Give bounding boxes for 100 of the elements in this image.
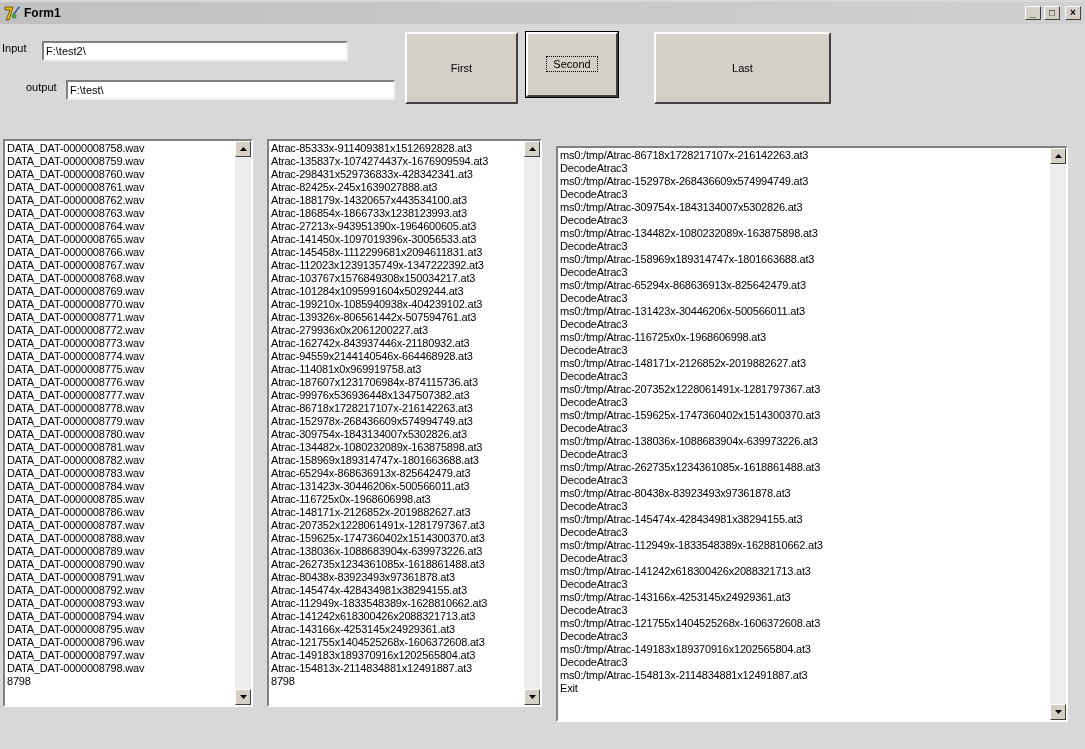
list-item[interactable]: DATA_DAT-0000008783.wav [7, 467, 235, 480]
list-item[interactable]: Atrac-148171x-2126852x-2019882627.at3 [271, 506, 524, 519]
list-item[interactable]: DATA_DAT-0000008759.wav [7, 155, 235, 168]
list-item[interactable]: Atrac-145458x-1112299681x2094611831.at3 [271, 246, 524, 259]
list-item[interactable]: Atrac-141242x618300426x2088321713.at3 [271, 610, 524, 623]
list-item[interactable]: DATA_DAT-0000008776.wav [7, 376, 235, 389]
output-field[interactable]: F:\test\ [66, 80, 395, 100]
list-item[interactable]: Atrac-162742x-843937446x-21180932.at3 [271, 337, 524, 350]
window-control[interactable]: _ [1025, 6, 1041, 20]
list-item[interactable]: Atrac-112023x1239135749x-1347222392.at3 [271, 259, 524, 272]
list-item[interactable]: Atrac-94559x2144140546x-664468928.at3 [271, 350, 524, 363]
list-item[interactable]: ms0:/tmp/Atrac-143166x-4253145x24929361.at3 [560, 591, 1050, 604]
list-item[interactable]: ms0:/tmp/Atrac-154813x-2114834881x12491887.at3 [560, 669, 1050, 682]
list-item[interactable]: DecodeAtrac3 [560, 318, 1050, 331]
list-item[interactable]: DecodeAtrac3 [560, 630, 1050, 643]
list-item[interactable]: DATA_DAT-0000008760.wav [7, 168, 235, 181]
list-item[interactable]: Atrac-138036x-1088683904x-639973226.at3 [271, 545, 524, 558]
list-item[interactable]: DATA_DAT-0000008771.wav [7, 311, 235, 324]
list-box[interactable] [3, 139, 253, 707]
list-item[interactable]: DATA_DAT-0000008779.wav [7, 415, 235, 428]
action-button[interactable]: First [405, 32, 518, 104]
list-item[interactable]: Atrac-298431x529736833x-428342341.at3 [271, 168, 524, 181]
list-item[interactable]: Atrac-187607x1231706984x-874115736.at3 [271, 376, 524, 389]
list-item[interactable]: ms0:/tmp/Atrac-116725x0x-1968606998.at3 [560, 331, 1050, 344]
list-item[interactable]: DATA_DAT-0000008780.wav [7, 428, 235, 441]
list-item[interactable]: DecodeAtrac3 [560, 266, 1050, 279]
list-item[interactable]: Atrac-82425x-245x1639027888.at3 [271, 181, 524, 194]
list-item[interactable]: DecodeAtrac3 [560, 396, 1050, 409]
list-item[interactable]: Atrac-207352x1228061491x-1281797367.at3 [271, 519, 524, 532]
list-item[interactable]: ms0:/tmp/Atrac-80438x-83923493x97361878.at3 [560, 487, 1050, 500]
list-item[interactable]: Atrac-65294x-868636913x-825642479.at3 [271, 467, 524, 480]
list-item[interactable]: Atrac-116725x0x-1968606998.at3 [271, 493, 524, 506]
list-item[interactable]: Atrac-85333x-911409381x1512692828.at3 [271, 142, 524, 155]
list-item[interactable]: DATA_DAT-0000008791.wav [7, 571, 235, 584]
list-item[interactable]: Exit [560, 682, 1050, 695]
list-item[interactable]: Atrac-158969x189314747x-1801663688.at3 [271, 454, 524, 467]
list-item[interactable]: Atrac-154813x-2114834881x12491887.at3 [271, 662, 524, 675]
list-item[interactable]: DATA_DAT-0000008777.wav [7, 389, 235, 402]
list-item[interactable]: Atrac-86718x1728217107x-216142263.at3 [271, 402, 524, 415]
list-box[interactable] [556, 146, 1068, 722]
list-item[interactable]: Atrac-135837x-1074274437x-1676909594.at3 [271, 155, 524, 168]
list-item[interactable]: DATA_DAT-0000008785.wav [7, 493, 235, 506]
list-item[interactable]: Atrac-152978x-268436609x574994749.at3 [271, 415, 524, 428]
list-item[interactable]: DATA_DAT-0000008770.wav [7, 298, 235, 311]
list-item[interactable]: Atrac-262735x1234361085x-1618861488.at3 [271, 558, 524, 571]
list-item[interactable]: ms0:/tmp/Atrac-131423x-30446206x-500566011.at3 [560, 305, 1050, 318]
list-item[interactable]: DecodeAtrac3 [560, 292, 1050, 305]
list-item[interactable]: DATA_DAT-0000008775.wav [7, 363, 235, 376]
list-item[interactable]: Atrac-101284x1095991604x5029244.at3 [271, 285, 524, 298]
list-item[interactable]: Atrac-121755x1404525268x-1606372608.at3 [271, 636, 524, 649]
list-item[interactable]: DecodeAtrac3 [560, 448, 1050, 461]
scroll-down-button[interactable] [235, 689, 251, 705]
list-item[interactable]: Atrac-80438x-83923493x97361878.at3 [271, 571, 524, 584]
list-item[interactable]: DATA_DAT-0000008778.wav [7, 402, 235, 415]
list-box[interactable] [267, 139, 542, 707]
list-item[interactable]: Atrac-186854x-1866733x1238123993.at3 [271, 207, 524, 220]
list-item[interactable]: ms0:/tmp/Atrac-141242x618300426x2088321713.at3 [560, 565, 1050, 578]
list-item[interactable]: DecodeAtrac3 [560, 526, 1050, 539]
list-item[interactable]: DATA_DAT-0000008792.wav [7, 584, 235, 597]
scroll-up-button[interactable] [235, 141, 251, 157]
list-item[interactable]: DATA_DAT-0000008767.wav [7, 259, 235, 272]
list-item[interactable]: DecodeAtrac3 [560, 604, 1050, 617]
list-item[interactable]: DATA_DAT-0000008781.wav [7, 441, 235, 454]
list-item[interactable]: DecodeAtrac3 [560, 188, 1050, 201]
list-item[interactable]: Atrac-99976x536936448x1347507382.at3 [271, 389, 524, 402]
list-item[interactable]: Atrac-134482x-1080232089x-163875898.at3 [271, 441, 524, 454]
list-item[interactable]: Atrac-188179x-14320657x443534100.at3 [271, 194, 524, 207]
list-item[interactable]: ms0:/tmp/Atrac-262735x1234361085x-1618861488.at3 [560, 461, 1050, 474]
list-item[interactable]: Atrac-131423x-30446206x-500566011.at3 [271, 480, 524, 493]
list-item[interactable]: DATA_DAT-0000008797.wav [7, 649, 235, 662]
list-item[interactable]: DATA_DAT-0000008793.wav [7, 597, 235, 610]
list-item[interactable]: ms0:/tmp/Atrac-112949x-1833548389x-1628810662.at3 [560, 539, 1050, 552]
list-item[interactable]: DATA_DAT-0000008764.wav [7, 220, 235, 233]
list-item[interactable]: DATA_DAT-0000008796.wav [7, 636, 235, 649]
list-item[interactable]: ms0:/tmp/Atrac-158969x189314747x-1801663688.at3 [560, 253, 1050, 266]
list-item[interactable]: DATA_DAT-0000008798.wav [7, 662, 235, 675]
list-item[interactable]: DATA_DAT-0000008768.wav [7, 272, 235, 285]
list-item[interactable]: DecodeAtrac3 [560, 474, 1050, 487]
scroll-down-button[interactable] [1050, 704, 1066, 720]
list-item[interactable]: ms0:/tmp/Atrac-145474x-428434981x38294155.at3 [560, 513, 1050, 526]
list-item[interactable]: DATA_DAT-0000008763.wav [7, 207, 235, 220]
list-item[interactable]: Atrac-159625x-1747360402x1514300370.at3 [271, 532, 524, 545]
scroll-up-button[interactable] [524, 141, 540, 157]
list-item[interactable]: Atrac-279936x0x2061200227.at3 [271, 324, 524, 337]
list-item[interactable]: DATA_DAT-0000008786.wav [7, 506, 235, 519]
list-item[interactable]: Atrac-309754x-1843134007x5302826.at3 [271, 428, 524, 441]
list-item[interactable]: 8798 [271, 675, 524, 688]
list-item[interactable]: Atrac-199210x-1085940938x-404239102.at3 [271, 298, 524, 311]
window-control[interactable]: □ [1044, 6, 1060, 20]
list-item[interactable]: DecodeAtrac3 [560, 552, 1050, 565]
list-item[interactable]: DecodeAtrac3 [560, 162, 1050, 175]
list-item[interactable]: DATA_DAT-0000008782.wav [7, 454, 235, 467]
list-item[interactable]: DATA_DAT-0000008758.wav [7, 142, 235, 155]
list-item[interactable]: ms0:/tmp/Atrac-309754x-1843134007x5302826.at3 [560, 201, 1050, 214]
list-item[interactable]: Atrac-145474x-428434981x38294155.at3 [271, 584, 524, 597]
list-item[interactable]: DATA_DAT-0000008788.wav [7, 532, 235, 545]
list-item[interactable]: Atrac-143166x-4253145x24929361.at3 [271, 623, 524, 636]
input-field[interactable]: F:\test2\ [42, 41, 348, 61]
list-item[interactable]: DecodeAtrac3 [560, 344, 1050, 357]
action-button[interactable]: Second [526, 32, 618, 97]
